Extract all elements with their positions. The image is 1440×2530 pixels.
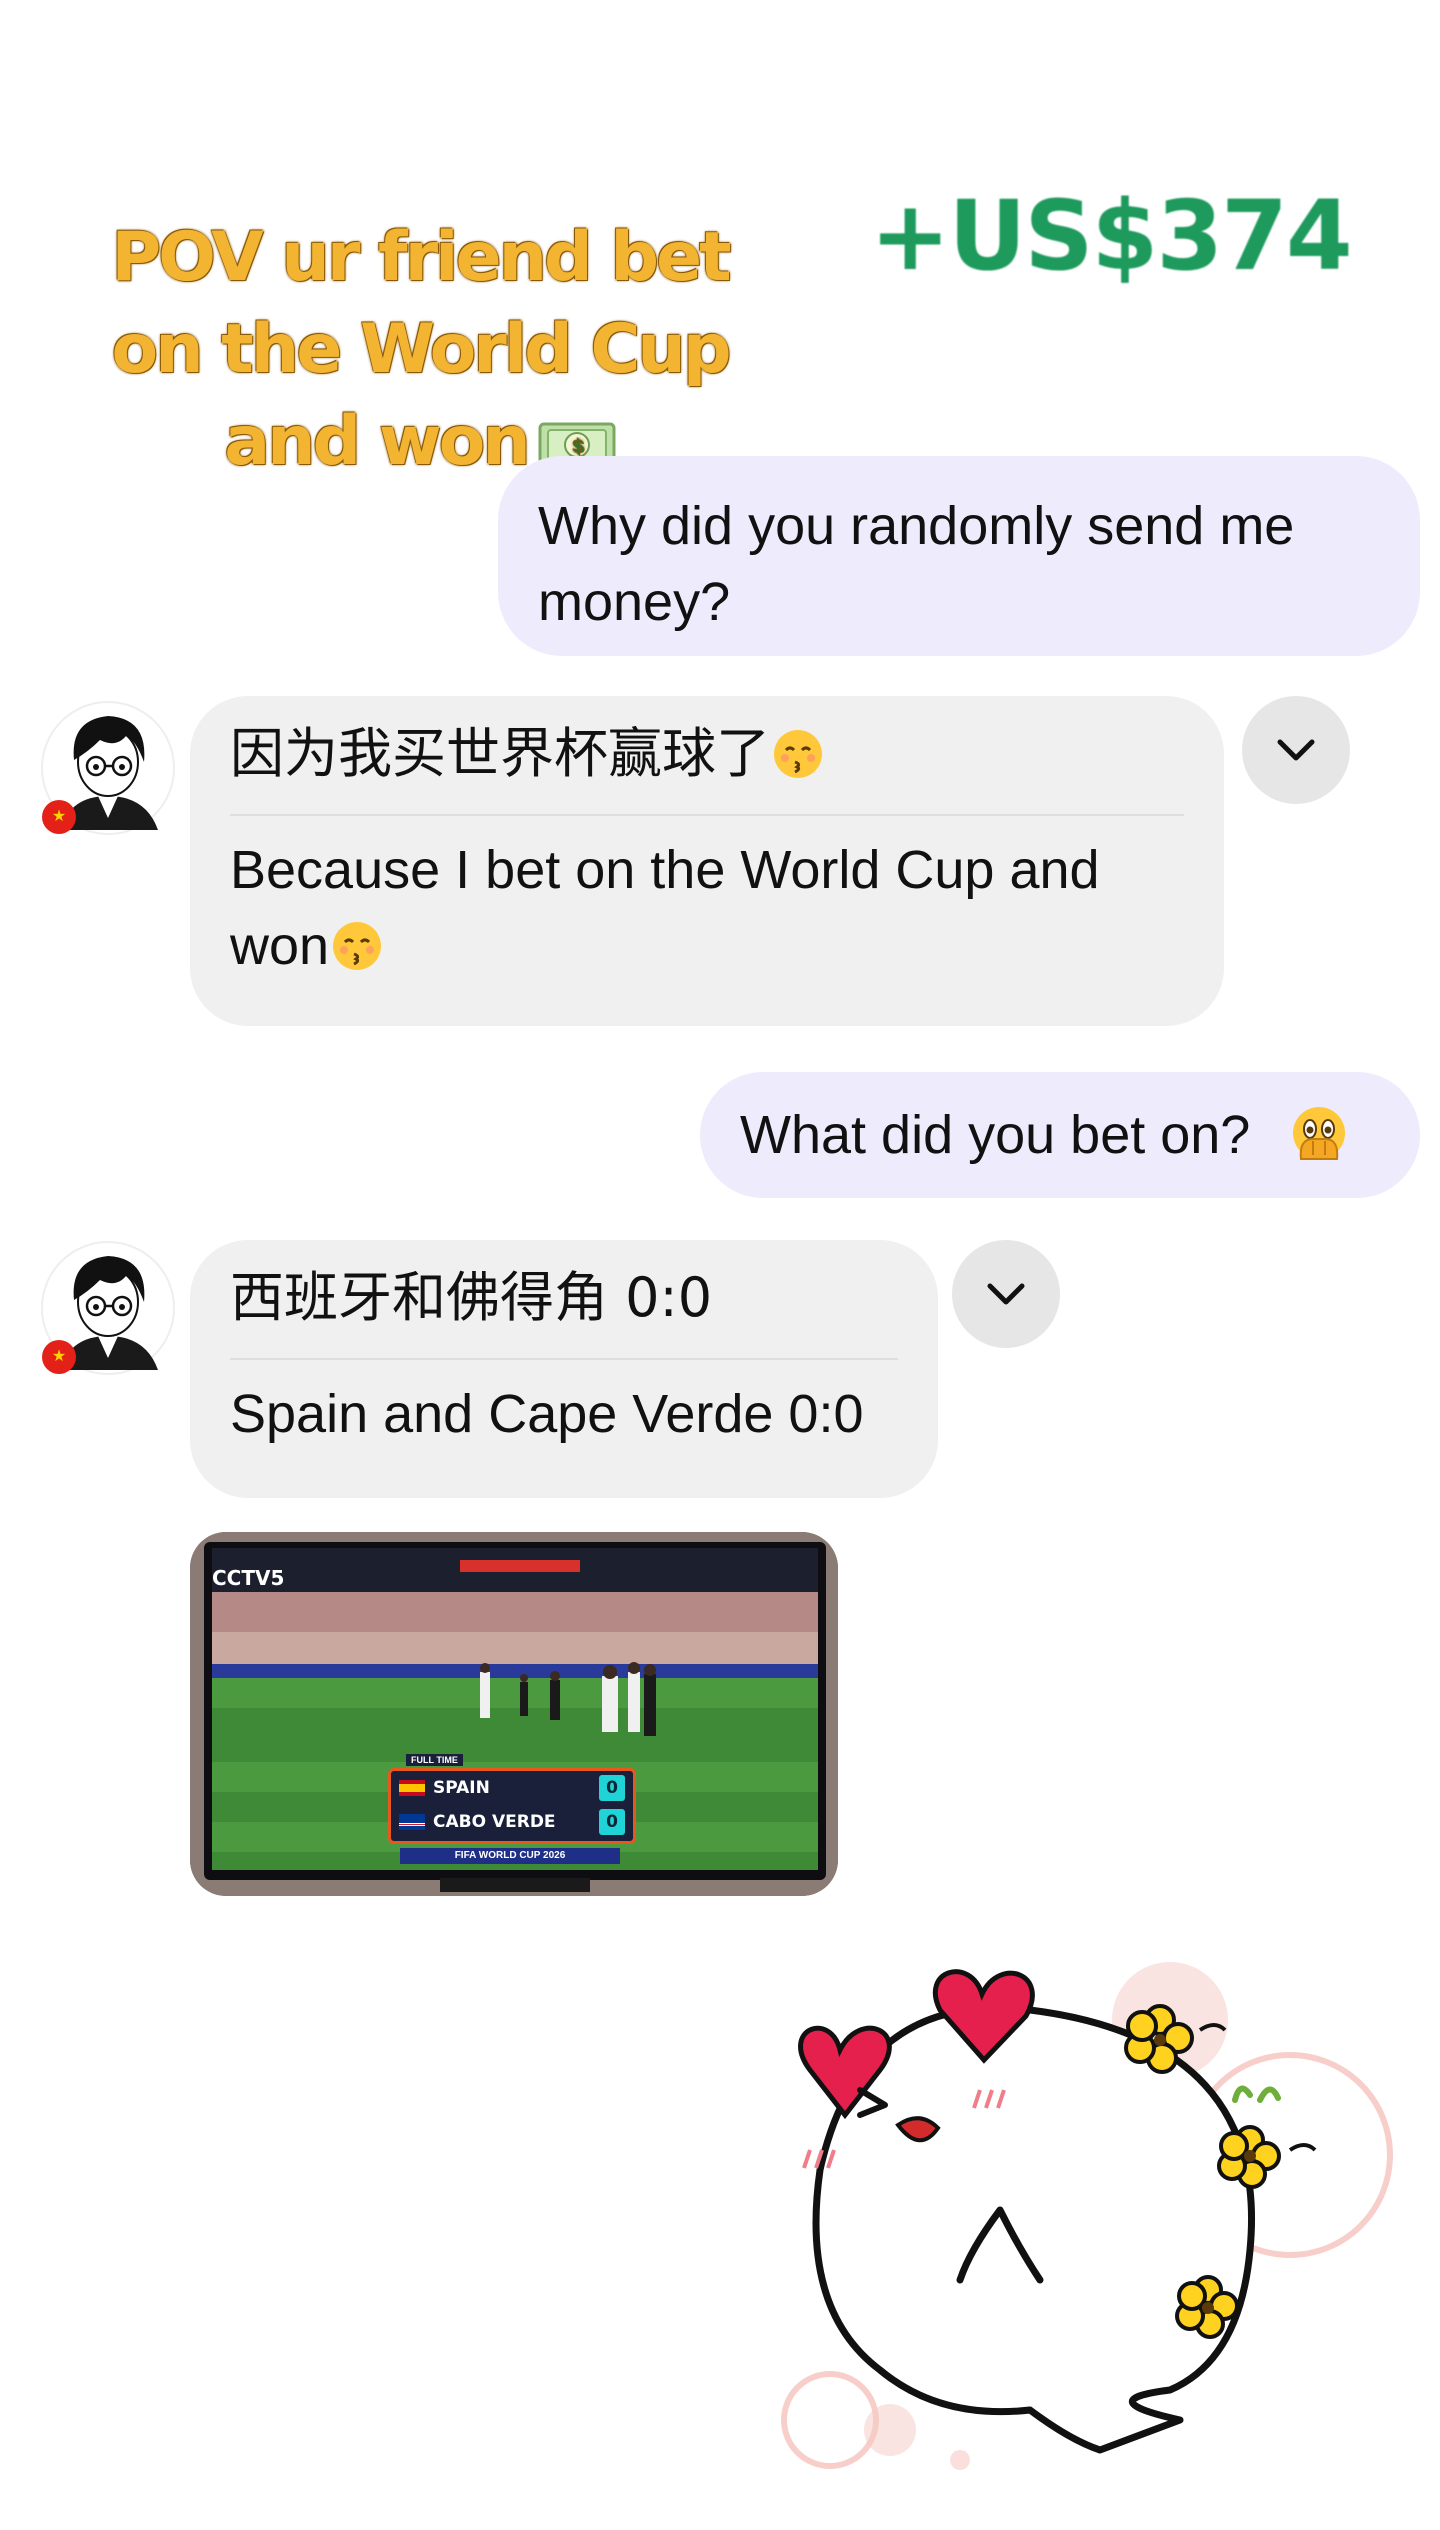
outgoing-message-bubble[interactable]: Why did you randomly send me money? <box>498 456 1420 656</box>
scoreboard: SPAIN 0 CABO VERDE 0 <box>388 1768 636 1844</box>
team2-score: 0 <box>599 1809 625 1835</box>
incoming-message-bubble[interactable]: 因为我买世界杯赢球了 Because I bet on the World Cu… <box>190 696 1224 1026</box>
china-flag-icon: ★ <box>42 800 76 834</box>
spain-flag-icon <box>399 1780 425 1796</box>
team1-name: SPAIN <box>433 1778 490 1798</box>
tournament-strip: FIFA WORLD CUP 2026 <box>400 1848 620 1864</box>
message-text: Why did you randomly send me money? <box>538 496 1295 632</box>
ghost-with-heart-eyes-sticker-icon[interactable] <box>770 1950 1410 2510</box>
translation-text-row: Spain and Cape Verde 0:0 <box>190 1360 938 1474</box>
message-options-button[interactable] <box>952 1240 1060 1348</box>
caption-line-3-text: and won <box>224 402 531 481</box>
original-text-row: 因为我买世界杯赢球了 <box>190 696 1224 814</box>
message-text: What did you bet on? <box>740 1105 1251 1165</box>
team2-row: CABO VERDE 0 <box>391 1805 633 1839</box>
team1-score: 0 <box>599 1775 625 1801</box>
translation-text: Spain and Cape Verde 0:0 <box>230 1384 864 1444</box>
translation-text-row: Because I bet on the World Cup and won <box>190 816 1224 1006</box>
kissing-face-emoji-icon <box>333 922 382 970</box>
face-with-hand-over-mouth-emoji-icon <box>1293 1107 1346 1160</box>
original-text-row: 西班牙和佛得角 0:0 <box>190 1240 938 1358</box>
team1-row: SPAIN 0 <box>391 1771 633 1805</box>
original-text: 西班牙和佛得角 0:0 <box>230 1266 713 1329</box>
caption-line-2: on the World Cup <box>111 310 732 389</box>
match-photo[interactable]: CCTV5 FULL TIME SPAIN 0 CABO VERDE 0 FIF… <box>190 1532 838 1896</box>
caption-line-1: POV ur friend bet <box>111 218 731 297</box>
friend-avatar[interactable]: ★ <box>40 1240 176 1376</box>
team2-name: CABO VERDE <box>433 1812 556 1832</box>
full-time-label: FULL TIME <box>406 1754 463 1766</box>
channel-logo: CCTV5 <box>212 1566 285 1590</box>
kissing-face-emoji-icon <box>774 730 822 778</box>
chevron-down-icon <box>1277 739 1315 761</box>
pov-caption: POV ur friend bet on the World Cup and w… <box>70 212 770 488</box>
cabo-verde-flag-icon <box>399 1814 425 1830</box>
message-options-button[interactable] <box>1242 696 1350 804</box>
original-text: 因为我买世界杯赢球了 <box>230 722 770 785</box>
chevron-down-icon <box>987 1283 1025 1305</box>
transfer-amount: +US$374 <box>870 180 1353 292</box>
friend-avatar[interactable]: ★ <box>40 700 176 836</box>
outgoing-message-bubble[interactable]: What did you bet on? <box>700 1072 1420 1198</box>
china-flag-icon: ★ <box>42 1340 76 1374</box>
incoming-message-bubble[interactable]: 西班牙和佛得角 0:0 Spain and Cape Verde 0:0 <box>190 1240 938 1498</box>
